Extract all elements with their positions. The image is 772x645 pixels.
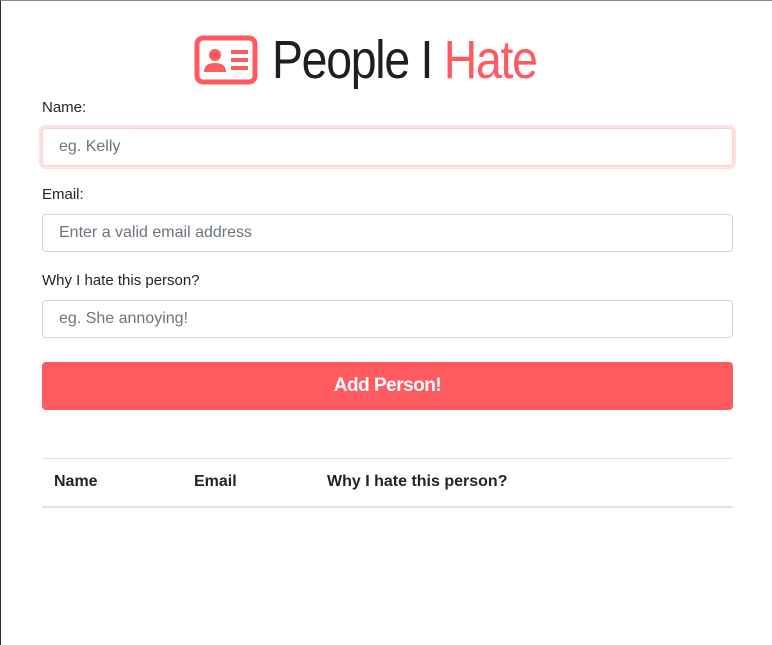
id-card-icon <box>194 35 258 85</box>
column-header-name[interactable]: Name <box>42 458 182 508</box>
people-table: Name Email Why I hate this person? <box>42 458 733 508</box>
table-header-row: Name Email Why I hate this person? <box>42 458 733 508</box>
column-header-reason[interactable]: Why I hate this person? <box>315 458 733 508</box>
email-input[interactable] <box>42 214 733 252</box>
add-person-button[interactable]: Add Person! <box>42 362 733 410</box>
name-input[interactable] <box>42 128 733 166</box>
reason-input[interactable] <box>42 300 733 338</box>
app-header: People I Hate <box>1 27 772 93</box>
page-title: People I Hate <box>272 30 538 90</box>
email-label: Email: <box>42 186 84 203</box>
title-primary: People I <box>272 30 433 90</box>
reason-label: Why I hate this person? <box>42 272 200 289</box>
title-accent: Hate <box>443 30 538 90</box>
name-label: Name: <box>42 99 87 116</box>
column-header-email[interactable]: Email <box>182 458 315 508</box>
